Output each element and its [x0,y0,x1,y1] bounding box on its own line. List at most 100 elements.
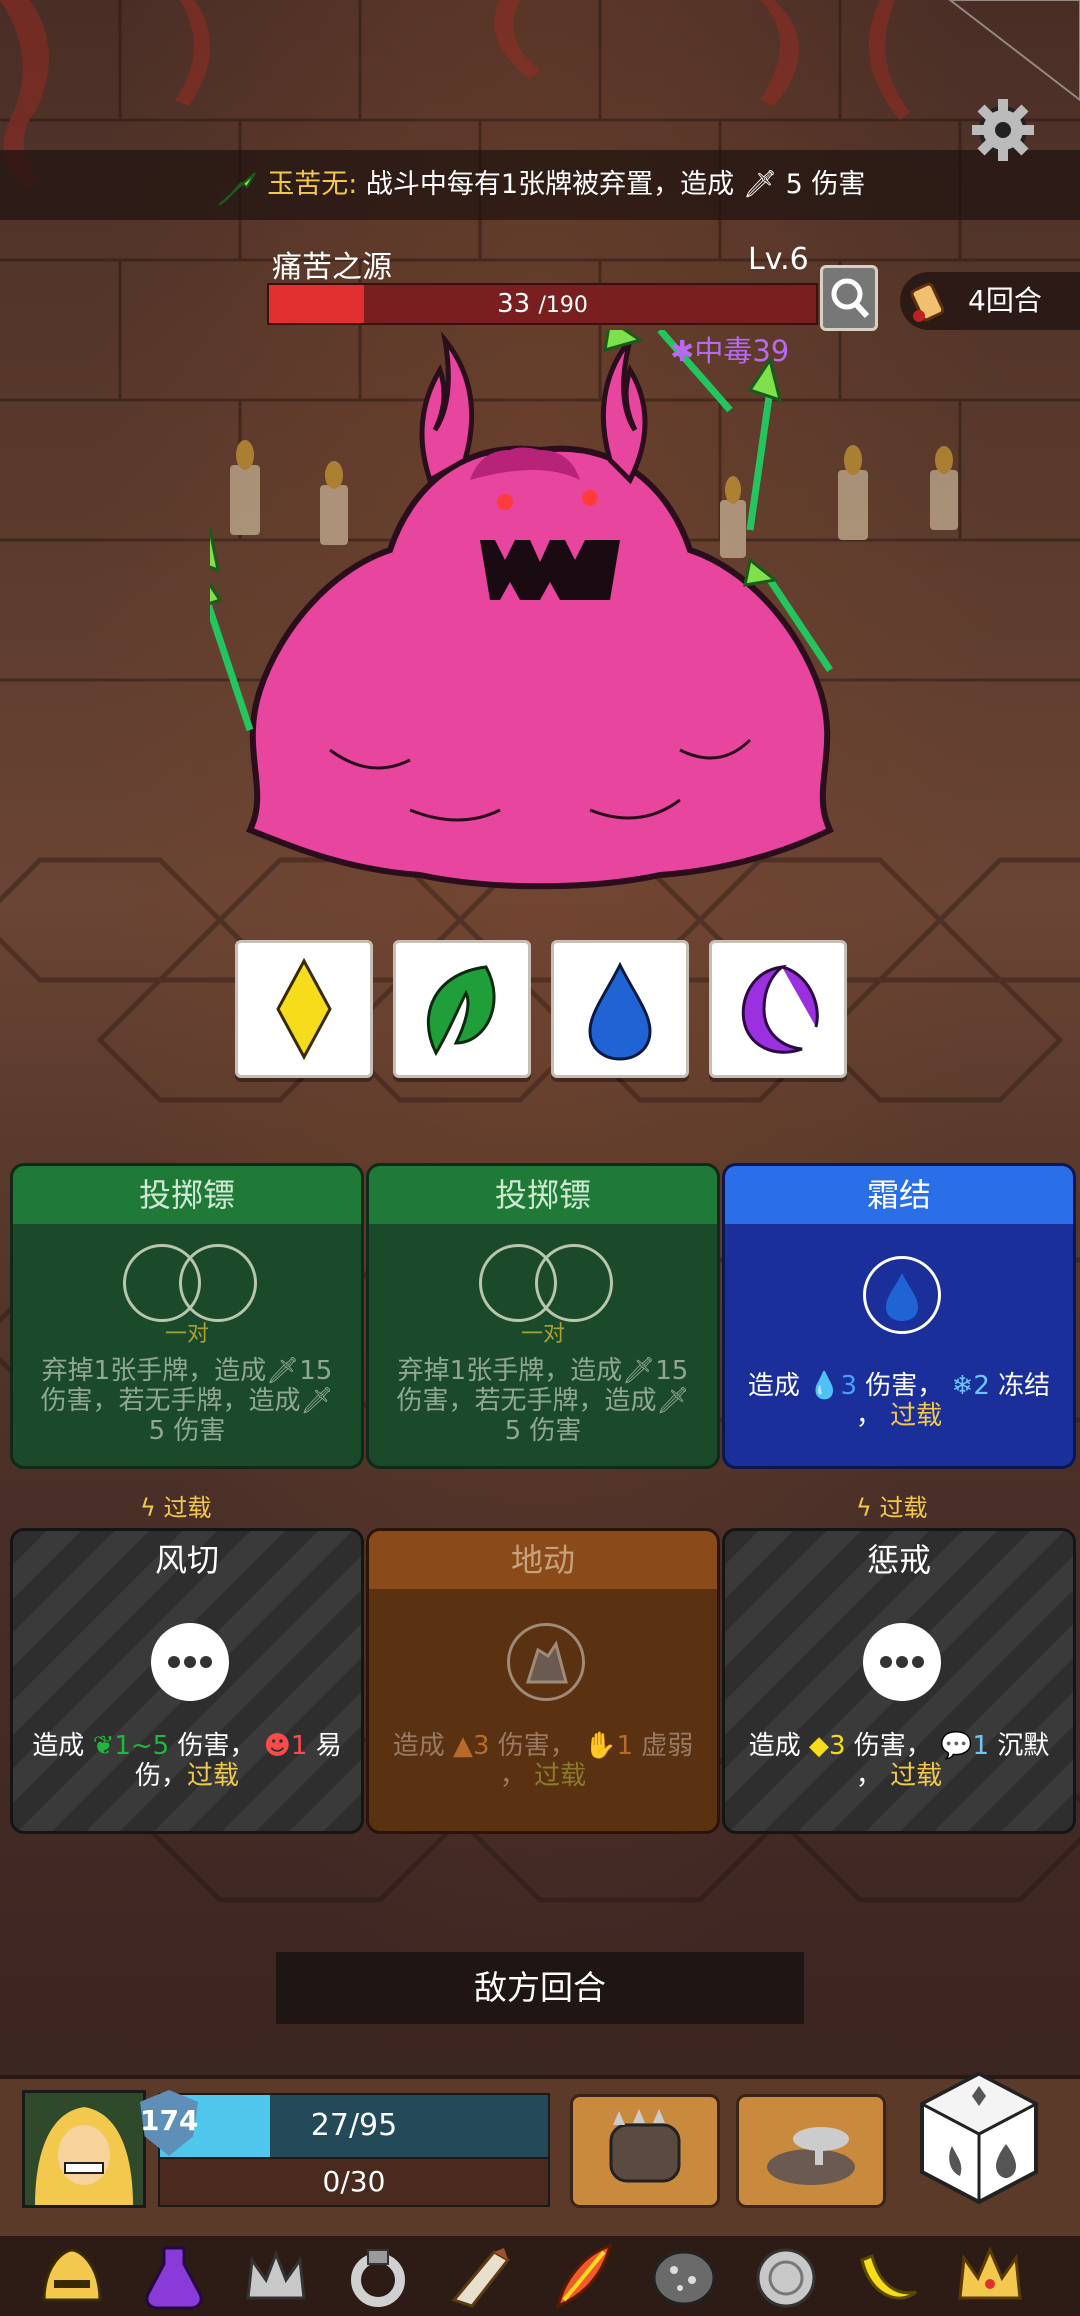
desc-part: 造成 [392,1731,445,1761]
speech-bubble-icon: 💬 [940,1731,973,1761]
damage-value: 15 [299,1356,333,1386]
die-blue-drop[interactable] [551,940,689,1078]
magnifier-icon [831,278,870,319]
player-energy-text: 0/30 [322,2165,386,2198]
relic-name: 玉苦无: [267,169,358,200]
card-description: 造成 ◆3 伤害， 💬1 沉默 ， 过载 [735,1731,1063,1791]
purple-potion-icon[interactable] [136,2240,212,2312]
dice-slot-earth[interactable] [507,1623,585,1701]
damage-value: 3 [472,1731,490,1761]
phoenix-feather-icon[interactable] [544,2240,620,2312]
hero-avatar [35,2107,133,2205]
overload-badge: ϟ 过载 [856,1488,927,1523]
gold-crown-icon[interactable] [952,2240,1028,2312]
freeze-value: 2 [973,1371,990,1401]
banana-icon[interactable] [850,2240,926,2312]
roll-dice-button[interactable] [914,2068,1044,2208]
settings-gear-icon[interactable] [968,95,1038,165]
overload-badge-text: 过载 [879,1494,928,1522]
weak-icon: ✋ [584,1731,617,1761]
silver-crown-icon[interactable] [238,2240,314,2312]
diamond-icon: ◆ [808,1731,829,1761]
card-wind-cut[interactable]: 风切 造成 ❦1~5 伤害， ☻1 易 伤，过载 [10,1528,364,1834]
player-hp-text: 27/95 [310,2108,398,2143]
desc-part: 虚弱 [641,1731,694,1761]
dagger-icon: 🗡 [622,1356,656,1386]
overload-badge-text: 过载 [163,1494,212,1522]
dice-slot[interactable] [535,1244,613,1322]
boss-status-poison[interactable]: ✱中毒39 [670,328,789,370]
poison-text: 中毒39 [694,334,790,368]
poison-icon: ✱ [670,334,695,368]
dice-slot[interactable] [179,1244,257,1322]
boss-hp-bar: 33 /190 [267,283,818,325]
boss-hp-text: 33 /190 [269,285,816,323]
silver-coin-icon[interactable] [748,2240,824,2312]
desc-part: ， [499,1761,526,1791]
inspect-button[interactable] [820,265,878,331]
blue-drop-icon [886,1273,918,1321]
dagger-icon: 🗡 [300,1386,334,1416]
green-leaf-icon [426,965,496,1057]
desc-part: 造成 [748,1731,801,1761]
drop-icon: 💧 [808,1371,841,1401]
boss-hp-max: /190 [538,293,588,318]
dagger-icon: 🗡 [656,1386,690,1416]
desc-part: 易 [315,1731,342,1761]
yellow-diamond-icon [276,957,332,1061]
desc-part: ， [855,1761,882,1791]
war-horn-icon[interactable] [442,2240,518,2312]
overload-keyword: 过载 [890,1401,943,1431]
card-throwing-dart-1[interactable]: 投掷镖 一对 弃掉1张手牌，造成🗡15 伤害，若无手牌，造成🗡 5 伤害 [10,1163,364,1469]
card-earthquake[interactable]: 地动 造成 ▲3 伤害， ✋1 虚弱 ， 过载 [366,1528,720,1834]
desc-part: 造成 [32,1731,85,1761]
dice-slot-any[interactable] [863,1623,941,1701]
boss-name: 痛苦之源 [272,250,392,285]
relic-effect-text: 玉苦无: 战斗中每有1张牌被弃置，造成 🗡 5 伤害 [0,150,1080,220]
slot-requirement: 一对 [164,1322,209,1347]
overload-keyword: 过载 [534,1761,587,1791]
spotted-stone-icon[interactable] [646,2240,722,2312]
die-yellow-diamond[interactable] [235,940,373,1078]
damage-value: 3 [840,1371,858,1401]
skill-slot-2[interactable] [736,2094,886,2208]
card-title: 地动 [369,1531,717,1589]
skill-slot-1[interactable] [570,2094,720,2208]
die-green-leaf[interactable] [393,940,531,1078]
card-frost[interactable]: 霜结 造成 💧3 伤害， ❄2 冻结 ， 过载 [722,1163,1076,1469]
silver-ring-icon[interactable] [340,2240,416,2312]
die-purple-moon[interactable] [709,940,847,1078]
vulnerable-value: 1 [290,1731,308,1761]
relic-damage-suffix: 伤害 [811,169,866,200]
golden-helmet-icon[interactable] [34,2240,110,2312]
card-description: 造成 ▲3 伤害， ✋1 虚弱 ， 过载 [379,1731,707,1791]
hero-portrait[interactable] [22,2090,146,2208]
spiked-fist-icon [609,2109,681,2183]
enemy-turn-button[interactable]: 敌方回合 [276,1952,804,2024]
player-energy-bar: 0/30 [158,2157,550,2207]
leaf-icon: ❦ [92,1731,115,1761]
damage-value: 3 [828,1731,846,1761]
relic-damage-value: 5 [785,169,803,200]
cobweb [948,0,1080,102]
card-title: 风切 [154,1541,219,1579]
player-hp-bar: 27/95 [158,2093,550,2159]
relic-effect-description: 战斗中每有1张牌被弃置，造成 [365,169,735,200]
desc-part: 弃掉1张手牌，造成 [397,1356,623,1386]
slot-requirement: 一对 [520,1322,565,1347]
desc-part: 弃掉1张手牌，造成 [41,1356,267,1386]
desc-part: 伤害， [497,1731,576,1761]
jade-kunai-icon [215,166,259,206]
card-throwing-dart-2[interactable]: 投掷镖 一对 弃掉1张手牌，造成🗡15 伤害，若无手牌，造成🗡 5 伤害 [366,1163,720,1469]
desc-part: 造成 [747,1371,800,1401]
dice-slot-any[interactable] [151,1623,229,1701]
desc-part: 沉默 [997,1731,1050,1761]
card-title: 霜结 [725,1166,1073,1224]
damage-value: 15 [655,1356,689,1386]
dice-slot-blue[interactable] [863,1256,941,1334]
card-punish[interactable]: 惩戒 造成 ◆3 伤害， 💬1 沉默 ， 过载 [722,1528,1076,1834]
round-counter: 4回合 [968,284,1042,317]
pink-monster-boss[interactable] [210,330,870,900]
card-description: 弃掉1张手牌，造成🗡15 伤害，若无手牌，造成🗡 5 伤害 [379,1356,707,1446]
ellipsis-icon [168,1656,212,1668]
